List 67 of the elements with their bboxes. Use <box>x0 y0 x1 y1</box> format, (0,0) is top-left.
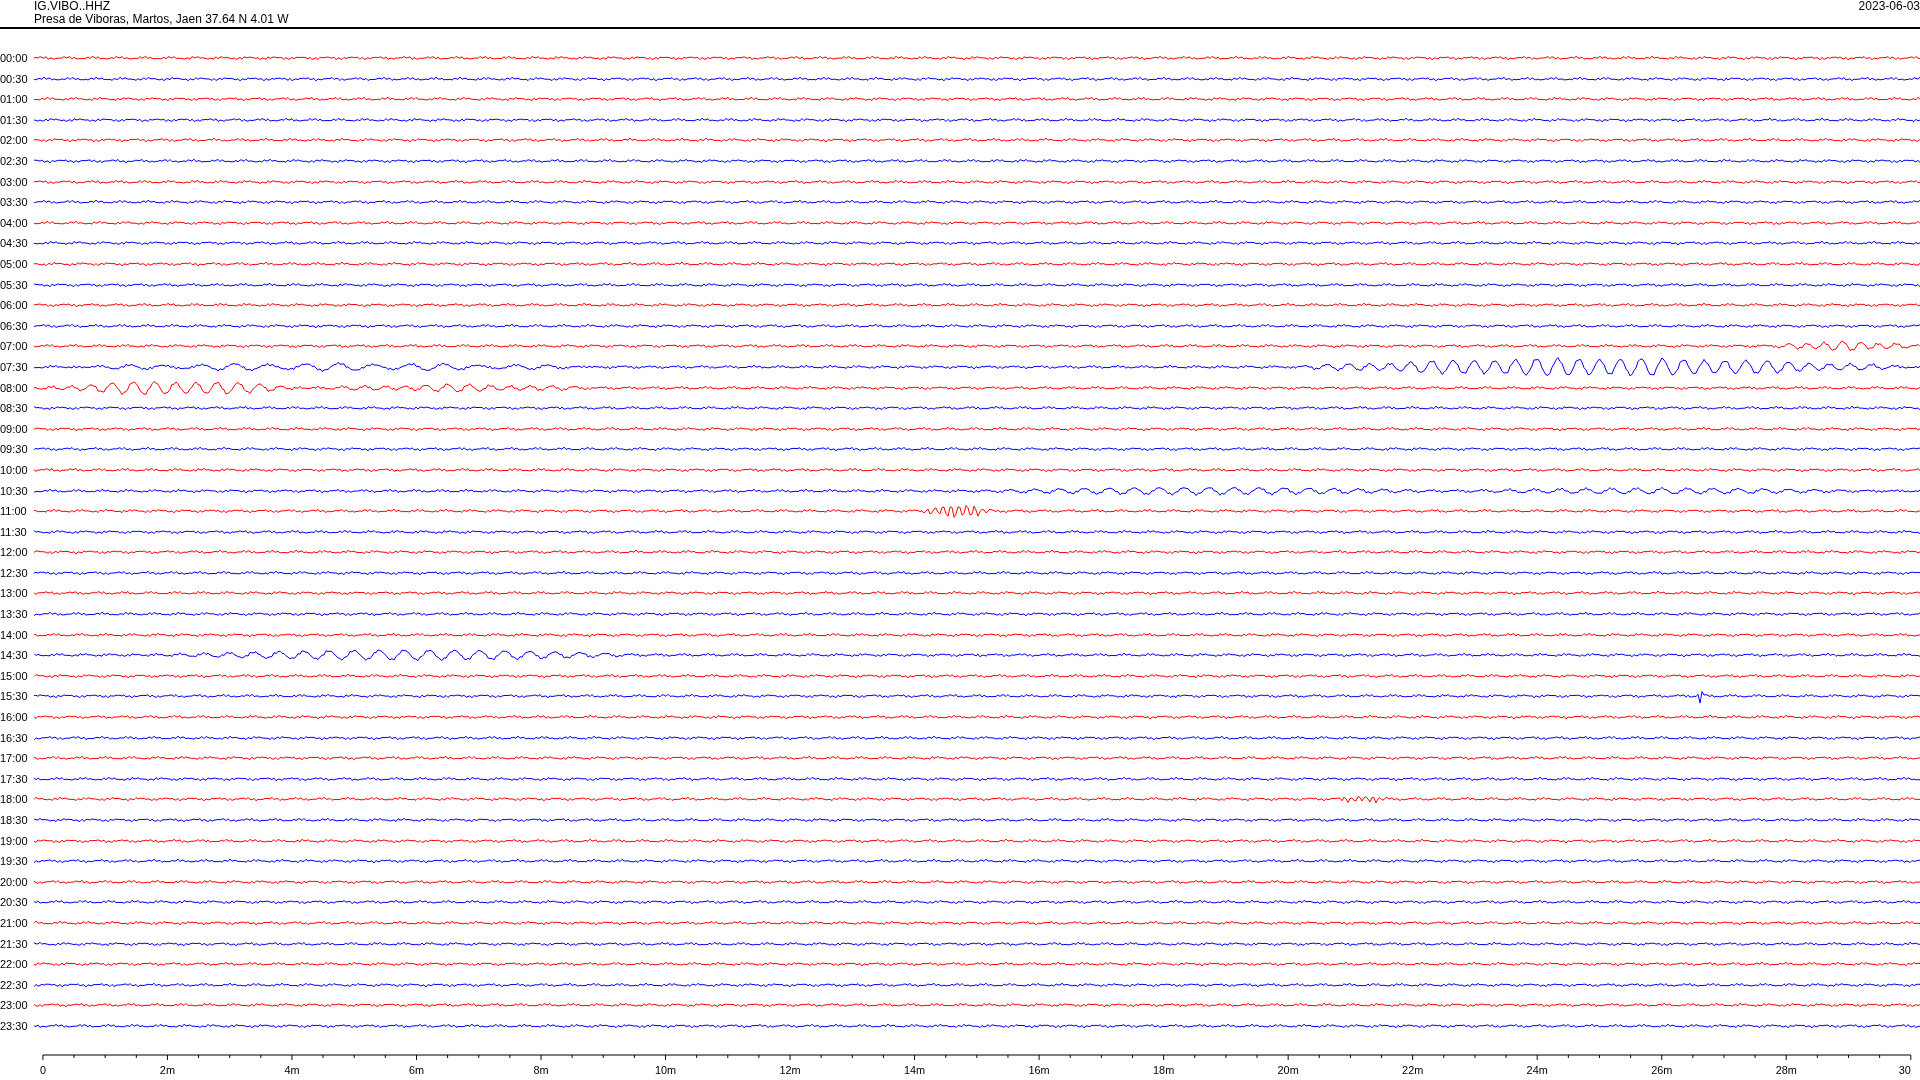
time-label: 09:30 <box>0 443 29 456</box>
time-label: 06:00 <box>0 299 29 312</box>
axis-label: 0 <box>39 1064 46 1077</box>
axis-label: 16m <box>1028 1064 1050 1077</box>
time-label: 07:30 <box>0 360 29 373</box>
time-label: 20:00 <box>0 875 29 888</box>
station-location: Presa de Viboras, Martos, Jaen 37.64 N 4.01 W <box>34 13 289 26</box>
time-label: 11:30 <box>0 525 28 538</box>
axis-label: 10m <box>654 1064 677 1077</box>
time-label: 12:30 <box>0 566 29 579</box>
axis-label: 8m <box>533 1064 549 1077</box>
time-label: 16:00 <box>0 711 29 724</box>
time-label: 15:00 <box>0 669 29 682</box>
time-label: 23:00 <box>0 999 29 1012</box>
axis-label: 24m <box>1526 1064 1548 1077</box>
time-label: 02:30 <box>0 155 29 167</box>
time-label: 02:00 <box>0 134 29 147</box>
time-label: 01:30 <box>0 113 29 126</box>
time-label: 04:30 <box>0 237 29 250</box>
time-label: 08:00 <box>0 381 29 394</box>
axis-label: 26m <box>1651 1064 1673 1077</box>
time-label: 10:00 <box>0 463 29 476</box>
axis-label: 20m <box>1277 1064 1299 1077</box>
time-label: 21:30 <box>0 937 29 950</box>
time-label: 00:00 <box>0 52 29 65</box>
time-label: 14:00 <box>0 628 29 641</box>
date-label: 2023-06-03 <box>1858 0 1920 15</box>
axis-label: 12m <box>779 1064 801 1077</box>
time-label: 18:00 <box>0 793 29 806</box>
axis-label: 30 <box>1898 1064 1911 1077</box>
time-label: 09:00 <box>0 422 29 435</box>
time-label: 06:30 <box>0 319 29 332</box>
time-label: 22:30 <box>0 978 29 991</box>
axis-label: 2m <box>159 1064 175 1077</box>
time-label: 03:30 <box>0 196 29 209</box>
time-label: 10:30 <box>0 484 29 497</box>
time-label: 15:30 <box>0 690 29 703</box>
time-label: 19:00 <box>0 834 29 847</box>
time-label: 00:30 <box>0 72 29 85</box>
time-label: 16:30 <box>0 731 29 744</box>
axis-label: 18m <box>1153 1064 1175 1077</box>
time-label: 01:00 <box>0 93 29 106</box>
axis-label: 4m <box>284 1064 300 1077</box>
time-label: 04:00 <box>0 216 29 229</box>
time-label: 17:00 <box>0 752 29 765</box>
time-label: 13:00 <box>0 587 29 600</box>
time-label: 14:30 <box>0 649 29 662</box>
axis-label: 6m <box>408 1064 425 1077</box>
time-label: 17:30 <box>0 772 29 785</box>
time-label: 05:00 <box>0 258 29 270</box>
time-label: 12:00 <box>0 546 29 559</box>
time-label: 11:00 <box>0 505 28 518</box>
time-label: 18:30 <box>0 814 29 826</box>
axis-label: 28m <box>1775 1064 1797 1077</box>
time-label: 21:00 <box>0 917 29 929</box>
axis-label: 14m <box>904 1064 926 1077</box>
time-label: 13:30 <box>0 608 29 621</box>
axis-label: 22m <box>1402 1064 1424 1077</box>
station-code: IG.VIBO..HHZ <box>34 0 111 13</box>
time-label: 19:30 <box>0 855 29 868</box>
time-label: 05:30 <box>0 278 29 291</box>
time-label: 20:30 <box>0 896 29 909</box>
time-label: 22:00 <box>0 958 29 971</box>
time-label: 08:30 <box>0 402 29 415</box>
time-label: 07:00 <box>0 340 29 353</box>
time-label: 03:00 <box>0 175 29 188</box>
time-label: 23:30 <box>0 1019 29 1032</box>
